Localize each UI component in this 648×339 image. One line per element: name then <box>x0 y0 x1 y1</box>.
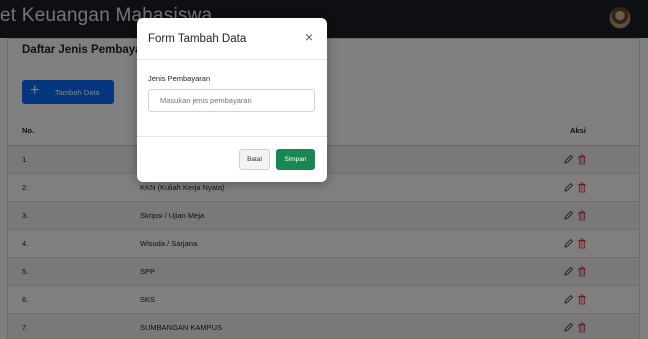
modal-header-divider <box>137 59 327 60</box>
modal-title: Form Tambah Data <box>148 33 247 45</box>
cancel-button[interactable]: Batal <box>239 149 270 170</box>
field-label: Jenis Pembayaran <box>148 74 211 83</box>
add-data-modal: Form Tambah Data × Jenis Pembayaran Masu… <box>137 18 327 182</box>
close-icon[interactable]: × <box>305 29 313 45</box>
save-button[interactable]: Simpan <box>276 149 315 170</box>
jenis-pembayaran-input[interactable]: Masukan jenis pembayaran <box>148 89 315 112</box>
modal-footer-divider <box>137 136 327 137</box>
